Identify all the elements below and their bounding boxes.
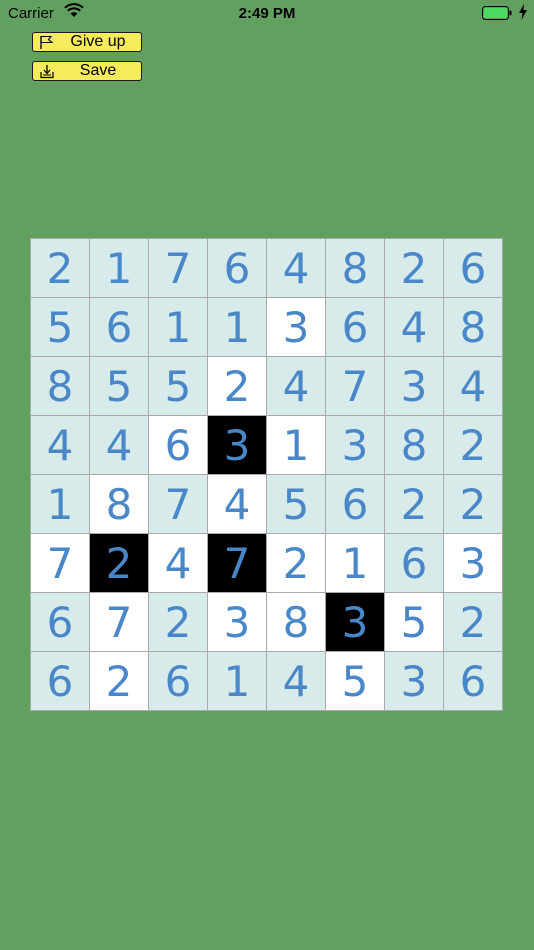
board-cell[interactable]: 3 <box>385 652 444 711</box>
board-cell[interactable]: 5 <box>267 475 326 534</box>
board-cell[interactable]: 4 <box>31 416 90 475</box>
board-cell[interactable]: 4 <box>267 239 326 298</box>
board-cell[interactable]: 2 <box>444 416 503 475</box>
board-cell[interactable]: 6 <box>90 298 149 357</box>
board-cell[interactable]: 2 <box>208 357 267 416</box>
board-cell[interactable]: 1 <box>208 298 267 357</box>
board-cell[interactable]: 2 <box>149 593 208 652</box>
board-cell[interactable]: 8 <box>31 357 90 416</box>
board-cell[interactable]: 6 <box>149 652 208 711</box>
charging-bolt-icon <box>518 4 528 24</box>
save-label: Save <box>79 62 117 79</box>
board-cell[interactable]: 3 <box>326 593 385 652</box>
board-cell[interactable]: 7 <box>149 475 208 534</box>
board-cell[interactable]: 6 <box>385 534 444 593</box>
board-cell[interactable]: 3 <box>326 416 385 475</box>
status-time: 2:49 PM <box>238 5 296 22</box>
board-cell[interactable]: 6 <box>31 652 90 711</box>
board-cell[interactable]: 1 <box>31 475 90 534</box>
download-tray-icon <box>39 64 55 79</box>
board-cell[interactable]: 8 <box>267 593 326 652</box>
board-cell[interactable]: 8 <box>326 239 385 298</box>
board-cell[interactable]: 3 <box>444 534 503 593</box>
board-cell[interactable]: 8 <box>90 475 149 534</box>
board-cell[interactable]: 7 <box>326 357 385 416</box>
board-cell[interactable]: 5 <box>385 593 444 652</box>
board-cell[interactable]: 2 <box>444 593 503 652</box>
board-cell[interactable]: 8 <box>385 416 444 475</box>
board-cell[interactable]: 8 <box>444 298 503 357</box>
board-cell[interactable]: 1 <box>149 298 208 357</box>
board-cell[interactable]: 6 <box>208 239 267 298</box>
board-cell[interactable]: 2 <box>444 475 503 534</box>
status-bar: Carrier 2:49 PM <box>0 0 534 28</box>
board-cell[interactable]: 3 <box>208 593 267 652</box>
puzzle-board: 2176482656113648855247344463138218745622… <box>30 238 503 711</box>
board-cell[interactable]: 7 <box>208 534 267 593</box>
give-up-button[interactable]: Give up <box>32 32 142 52</box>
board-cell[interactable]: 3 <box>267 298 326 357</box>
board-cell[interactable]: 4 <box>267 652 326 711</box>
give-up-label: Give up <box>70 33 126 50</box>
board-cell[interactable]: 6 <box>444 239 503 298</box>
board-cell[interactable]: 1 <box>326 534 385 593</box>
board-cell[interactable]: 4 <box>385 298 444 357</box>
board-cell[interactable]: 6 <box>444 652 503 711</box>
flag-icon <box>39 35 55 50</box>
board-cell[interactable]: 4 <box>444 357 503 416</box>
battery-icon <box>482 6 512 20</box>
board-cell[interactable]: 5 <box>149 357 208 416</box>
board-cell[interactable]: 4 <box>90 416 149 475</box>
board-cell[interactable]: 4 <box>208 475 267 534</box>
save-button[interactable]: Save <box>32 61 142 81</box>
board-cell[interactable]: 3 <box>208 416 267 475</box>
board-cell[interactable]: 6 <box>149 416 208 475</box>
board-cell[interactable]: 7 <box>90 593 149 652</box>
board-cell[interactable]: 2 <box>90 652 149 711</box>
board-cell[interactable]: 7 <box>31 534 90 593</box>
board-cell[interactable]: 5 <box>90 357 149 416</box>
board-cell[interactable]: 2 <box>31 239 90 298</box>
board-cell[interactable]: 2 <box>90 534 149 593</box>
board-cell[interactable]: 4 <box>267 357 326 416</box>
board-cell[interactable]: 4 <box>149 534 208 593</box>
board-cell[interactable]: 6 <box>326 475 385 534</box>
board-cell[interactable]: 5 <box>31 298 90 357</box>
board-cell[interactable]: 2 <box>385 475 444 534</box>
board-cell[interactable]: 6 <box>326 298 385 357</box>
board-cell[interactable]: 5 <box>326 652 385 711</box>
board-cell[interactable]: 1 <box>90 239 149 298</box>
board-cell[interactable]: 1 <box>267 416 326 475</box>
board-cell[interactable]: 6 <box>31 593 90 652</box>
board-cell[interactable]: 2 <box>267 534 326 593</box>
board-cell[interactable]: 1 <box>208 652 267 711</box>
board-cell[interactable]: 7 <box>149 239 208 298</box>
board-cell[interactable]: 3 <box>385 357 444 416</box>
board-cell[interactable]: 2 <box>385 239 444 298</box>
